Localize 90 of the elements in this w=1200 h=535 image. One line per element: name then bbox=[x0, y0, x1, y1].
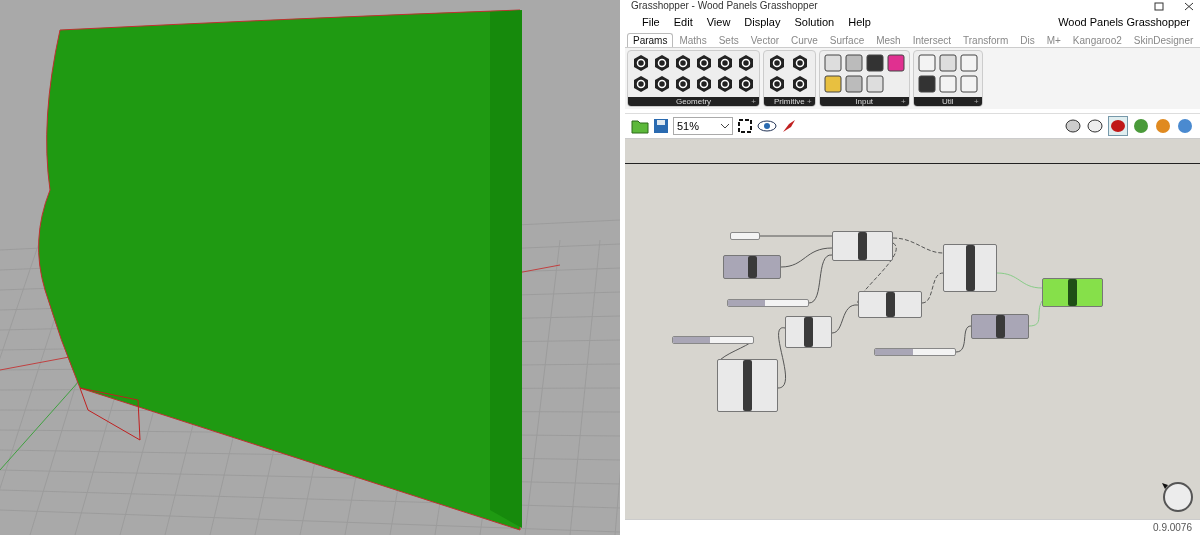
component-icon[interactable] bbox=[695, 54, 713, 72]
component-icon[interactable] bbox=[768, 75, 786, 93]
menu-item[interactable]: View bbox=[699, 16, 738, 28]
expand-button[interactable]: + bbox=[751, 97, 756, 106]
input-icon[interactable] bbox=[959, 54, 978, 72]
input-icon[interactable] bbox=[917, 75, 936, 93]
input-icon[interactable] bbox=[917, 54, 936, 72]
component-icon[interactable] bbox=[695, 75, 713, 93]
menu-item[interactable]: Edit bbox=[666, 16, 700, 28]
menu-item[interactable]: File bbox=[635, 16, 667, 28]
component-icon[interactable] bbox=[674, 75, 692, 93]
version-text: 0.9.0076 bbox=[1153, 522, 1192, 533]
number-slider[interactable] bbox=[727, 299, 809, 307]
component-icon[interactable] bbox=[737, 75, 755, 93]
component-node[interactable] bbox=[832, 231, 893, 261]
component-icon[interactable] bbox=[674, 54, 692, 72]
group-label: Primitive + bbox=[764, 97, 815, 106]
ribbon-tab[interactable]: Intersect bbox=[906, 33, 958, 47]
expand-button[interactable]: + bbox=[901, 97, 906, 106]
wire bbox=[996, 272, 1043, 289]
input-icon[interactable] bbox=[886, 54, 905, 72]
param-node[interactable] bbox=[723, 255, 781, 279]
ribbon-tab[interactable]: Dis bbox=[1014, 33, 1041, 47]
component-icon[interactable] bbox=[737, 54, 755, 72]
input-icon[interactable] bbox=[823, 54, 842, 72]
input-icon[interactable] bbox=[844, 75, 863, 93]
caret-icon bbox=[721, 123, 729, 129]
folder-icon[interactable] bbox=[631, 118, 649, 134]
input-icon[interactable] bbox=[959, 75, 978, 93]
component-icon[interactable] bbox=[790, 75, 809, 93]
ribbon-tab[interactable]: Mesh bbox=[870, 33, 907, 47]
ribbon-tab[interactable]: Curve bbox=[785, 33, 824, 47]
input-icon[interactable] bbox=[823, 75, 842, 93]
input-icon[interactable] bbox=[865, 75, 884, 93]
ribbon-tab[interactable]: Maths bbox=[673, 33, 713, 47]
ribbon-tab[interactable]: Kangaroo2 bbox=[1066, 33, 1128, 47]
brush-icon[interactable] bbox=[781, 118, 797, 134]
window-title: Grasshopper - Wood Panels Grasshopper bbox=[631, 1, 818, 11]
expand-button[interactable]: + bbox=[974, 97, 979, 106]
canvas[interactable] bbox=[625, 139, 1200, 519]
component-icon[interactable] bbox=[632, 54, 650, 72]
menu-item[interactable]: Solution bbox=[787, 16, 842, 28]
ribbon-tab[interactable]: Vector bbox=[744, 33, 786, 47]
group-label: Input + bbox=[819, 97, 909, 106]
preview-icon[interactable] bbox=[1064, 117, 1082, 135]
ribbon-tab[interactable]: Sets bbox=[712, 33, 745, 47]
component-icon[interactable] bbox=[716, 75, 734, 93]
number-slider[interactable] bbox=[874, 348, 956, 356]
menu-item[interactable]: Help bbox=[841, 16, 878, 28]
component-node[interactable] bbox=[943, 244, 997, 292]
ribbon-tab[interactable]: Surface bbox=[823, 33, 871, 47]
component-icon[interactable] bbox=[768, 54, 786, 72]
component-icon[interactable] bbox=[653, 54, 671, 72]
eye-icon[interactable] bbox=[757, 119, 777, 133]
component-icon[interactable] bbox=[790, 54, 809, 72]
shaded-icon[interactable] bbox=[1108, 116, 1128, 136]
close-icon[interactable] bbox=[1184, 1, 1194, 11]
zoom-dropdown[interactable]: 51% bbox=[673, 117, 733, 135]
zoom-extents-icon[interactable] bbox=[737, 118, 753, 134]
maximize-icon[interactable] bbox=[1154, 1, 1164, 11]
input-icon[interactable] bbox=[865, 54, 884, 72]
component-icon[interactable] bbox=[653, 75, 671, 93]
save-icon[interactable] bbox=[653, 118, 669, 134]
param-node[interactable] bbox=[971, 314, 1029, 339]
document-name: Wood Panels Grasshopper bbox=[1058, 16, 1190, 28]
wireframe-icon[interactable] bbox=[1086, 117, 1104, 135]
ribbon-tab[interactable]: SkinDesigner bbox=[1127, 33, 1200, 47]
input-icon[interactable] bbox=[938, 54, 957, 72]
component-node[interactable] bbox=[785, 316, 832, 348]
wire bbox=[921, 272, 944, 304]
panel-node[interactable] bbox=[730, 232, 760, 240]
input-icon[interactable] bbox=[938, 75, 957, 93]
component-node[interactable] bbox=[717, 359, 778, 412]
output-node[interactable] bbox=[1042, 278, 1103, 307]
ribbon-tab[interactable]: Transform bbox=[957, 33, 1015, 47]
navigation-icon[interactable] bbox=[1160, 479, 1194, 513]
ribbon-tab[interactable]: Params bbox=[627, 33, 674, 47]
component-node[interactable] bbox=[858, 291, 922, 318]
group-label: Geometry + bbox=[628, 97, 759, 106]
wire bbox=[955, 325, 972, 353]
menu-item[interactable]: Display bbox=[737, 16, 788, 28]
expand-button[interactable]: + bbox=[807, 97, 812, 106]
ribbon-tab[interactable]: M+ bbox=[1040, 33, 1067, 47]
component-icon[interactable] bbox=[632, 75, 650, 93]
input-icon[interactable] bbox=[844, 54, 863, 72]
number-slider[interactable] bbox=[672, 336, 754, 344]
group-label: Util + bbox=[913, 97, 982, 106]
wire bbox=[777, 327, 787, 389]
component-icon[interactable] bbox=[716, 54, 734, 72]
wire bbox=[1028, 300, 1043, 327]
